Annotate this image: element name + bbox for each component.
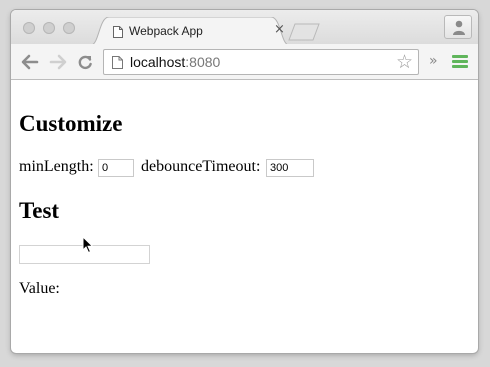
url-port: :8080 [185, 54, 221, 70]
hamburger-menu-icon[interactable] [452, 55, 468, 69]
page-icon [113, 25, 123, 38]
page-content: Customize minLength: 0 debounceTimeout: … [11, 81, 478, 353]
value-label: Value: [19, 280, 60, 297]
mouse-cursor-icon [82, 236, 94, 254]
back-arrow-icon[interactable] [21, 54, 39, 70]
address-bar[interactable]: localhost:8080 ☆ [103, 49, 419, 75]
url-text: localhost:8080 [130, 54, 220, 70]
url-host: localhost [130, 54, 186, 70]
tab-title: Webpack App [129, 24, 203, 38]
reload-icon[interactable] [77, 54, 93, 70]
customize-heading: Customize [19, 111, 123, 136]
forward-arrow-icon[interactable] [49, 54, 67, 70]
debounce-timeout-label: debounceTimeout: [141, 158, 261, 175]
tab-close-icon[interactable]: × [274, 23, 285, 37]
new-tab-button[interactable] [287, 23, 321, 41]
person-icon [453, 20, 465, 35]
browser-toolbar: localhost:8080 ☆ » [11, 44, 478, 80]
min-length-input[interactable]: 0 [98, 159, 134, 177]
debounce-timeout-input[interactable]: 300 [266, 159, 314, 177]
browser-window: Webpack App × localhost:8080 ☆ » Customi… [11, 10, 478, 353]
close-window-button[interactable] [23, 22, 35, 34]
zoom-window-button[interactable] [63, 22, 75, 34]
page-icon [112, 56, 123, 69]
bookmark-star-icon[interactable]: ☆ [396, 52, 413, 72]
minimize-window-button[interactable] [43, 22, 55, 34]
test-heading: Test [19, 198, 60, 223]
profile-button[interactable] [444, 15, 472, 39]
extensions-overflow-icon[interactable]: » [429, 53, 438, 69]
min-length-label: minLength: [19, 158, 94, 175]
tab-webpack-app[interactable]: Webpack App × [91, 17, 289, 45]
tab-strip: Webpack App × [11, 10, 478, 45]
